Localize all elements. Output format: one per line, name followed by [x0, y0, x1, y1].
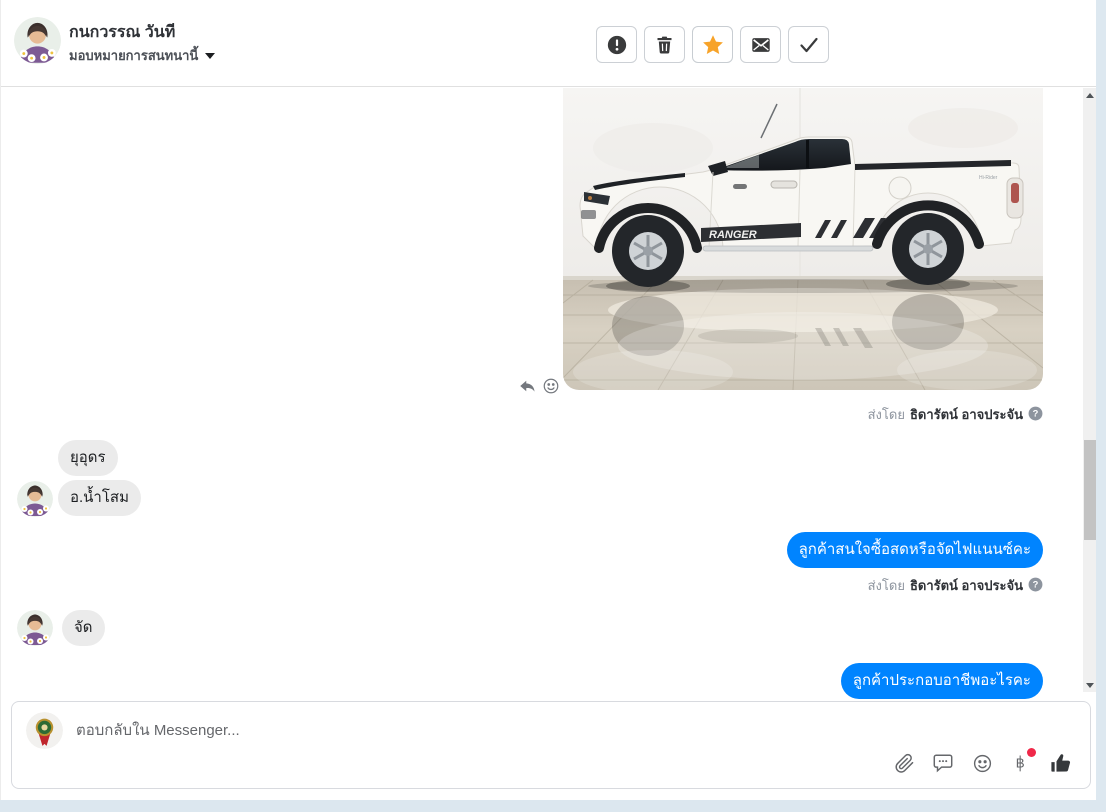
trash-icon	[654, 34, 675, 55]
sent-by-row: ส่งโดย ธิดารัตน์ อาจประจัน ?	[868, 404, 1043, 425]
exclamation-circle-icon	[606, 34, 628, 56]
page-inbox-window: กนกวรรณ วันที มอบหมายการสนทนานี้ Hi-Ride…	[0, 0, 1106, 812]
sent-by-label: ส่งโดย	[867, 407, 905, 422]
like-icon[interactable]	[1048, 751, 1072, 775]
sender-name: ธิดารัตน์ อาจประจัน	[909, 407, 1023, 422]
message-bubble-incoming[interactable]: จัด	[62, 610, 105, 646]
paperclip-icon[interactable]	[892, 751, 916, 775]
message-bubble-incoming[interactable]: อ.น้ำโสม	[58, 480, 141, 516]
message-bubble-outgoing[interactable]: ลูกค้าสนใจซื้อสดหรือจัดไฟแนนซ์คะ	[786, 532, 1043, 568]
conversation-panel: กนกวรรณ วันที มอบหมายการสนทนานี้ Hi-Ride…	[0, 0, 1097, 800]
scroll-up-arrow[interactable]	[1083, 88, 1097, 102]
react-emoji-icon[interactable]	[542, 377, 560, 400]
svg-text:?: ?	[1033, 408, 1039, 418]
sender-avatar[interactable]	[17, 481, 53, 517]
follow-up-button[interactable]	[692, 26, 733, 63]
saved-replies-icon[interactable]	[931, 751, 955, 775]
assign-conversation-label: มอบหมายการสนทนานี้	[69, 48, 199, 63]
report-button[interactable]	[596, 26, 637, 63]
contact-avatar[interactable]	[14, 17, 61, 64]
message-bubble-outgoing[interactable]: ลูกค้าประกอบอาชีพอะไรคะ	[840, 663, 1043, 699]
help-circle-icon[interactable]: ?	[1028, 577, 1043, 595]
chat-scrollbar[interactable]	[1083, 88, 1097, 692]
ranger-decal-text: RANGER	[709, 229, 757, 241]
help-circle-icon[interactable]: ?	[1028, 406, 1043, 424]
reply-icon[interactable]	[518, 377, 536, 400]
sent-by-label: ส่งโดย	[867, 578, 905, 593]
sender-avatar[interactable]	[17, 610, 53, 646]
vehicle-photo: Hi-Rider RANGER	[563, 88, 1043, 390]
envelope-icon	[750, 34, 772, 56]
sent-by-row: ส่งโดย ธิดารัตน์ อาจประจัน ?	[868, 575, 1043, 596]
conversation-header: กนกวรรณ วันที มอบหมายการสนทนานี้	[1, 0, 1097, 87]
page-background	[0, 800, 1106, 812]
chevron-down-icon	[205, 52, 216, 59]
notification-badge	[1027, 748, 1036, 757]
scrollbar-thumb[interactable]	[1084, 440, 1096, 540]
svg-text:Hi-Rider: Hi-Rider	[979, 175, 998, 181]
payment-icon[interactable]: B	[1009, 748, 1036, 775]
sender-name: ธิดารัตน์ อาจประจัน	[909, 578, 1023, 593]
page-background	[1096, 0, 1106, 812]
mark-unread-button[interactable]	[740, 26, 781, 63]
contact-name: กนกวรรณ วันที	[69, 24, 176, 41]
message-bubble-incoming[interactable]: ยุอุดร	[58, 440, 118, 476]
page-avatar	[26, 712, 63, 749]
emoji-icon[interactable]	[970, 751, 994, 775]
header-action-toolbar	[596, 26, 829, 63]
message-photo-attachment[interactable]: Hi-Rider RANGER	[563, 88, 1043, 390]
svg-text:?: ?	[1033, 579, 1039, 589]
delete-button[interactable]	[644, 26, 685, 63]
star-icon	[701, 33, 725, 57]
assign-conversation-dropdown[interactable]: มอบหมายการสนทนานี้	[69, 45, 216, 66]
scroll-down-arrow[interactable]	[1083, 678, 1097, 692]
check-icon	[797, 33, 821, 57]
reply-composer: B	[11, 701, 1091, 789]
composer-toolbar: B	[892, 748, 1072, 775]
reply-input[interactable]	[76, 714, 776, 746]
mark-done-button[interactable]	[788, 26, 829, 63]
